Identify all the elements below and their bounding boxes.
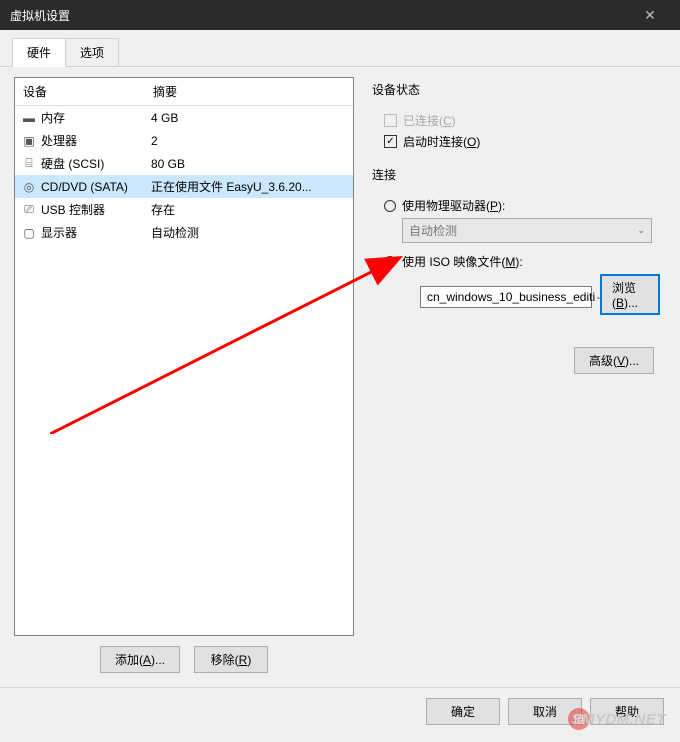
list-item-display[interactable]: ▢ 显示器 自动检测 [15, 221, 353, 244]
device-summary: 4 GB [151, 111, 347, 125]
device-name: 内存 [41, 109, 151, 126]
list-item-cddvd[interactable]: ◎ CD/DVD (SATA) 正在使用文件 EasyU_3.6.20... [15, 175, 353, 198]
advanced-label: 高级(V)... [589, 354, 639, 368]
tab-options[interactable]: 选项 [65, 38, 119, 66]
physical-drive-label: 使用物理驱动器(P): [402, 197, 505, 214]
close-icon[interactable]: ✕ [630, 7, 670, 24]
usb-icon: ⎚ [21, 203, 37, 217]
device-summary: 2 [151, 134, 347, 148]
iso-file-select[interactable]: cn_windows_10_business_editi ⌄ [420, 286, 592, 308]
device-name: CD/DVD (SATA) [41, 180, 151, 194]
device-name: 显示器 [41, 224, 151, 241]
chevron-down-icon: ⌄ [637, 225, 645, 236]
ok-button[interactable]: 确定 [426, 698, 500, 725]
advanced-button[interactable]: 高级(V)... [574, 347, 654, 374]
list-item-processor[interactable]: ▣ 处理器 2 [15, 129, 353, 152]
list-item-harddisk[interactable]: ⌸ 硬盘 (SCSI) 80 GB [15, 152, 353, 175]
memory-icon: ▬ [21, 111, 37, 125]
connection-group: 使用物理驱动器(P): 自动检测 ⌄ 使用 ISO 映像文件(M): cn_wi… [372, 189, 660, 327]
connected-label: 已连接(C) [403, 112, 456, 129]
browse-button[interactable]: 浏览(B)... [600, 274, 660, 315]
watermark-text: SMYDM.NET [572, 711, 667, 728]
iso-input-row: cn_windows_10_business_editi ⌄ 浏览(B)... [402, 274, 660, 315]
browse-label: 浏览(B)... [612, 281, 638, 310]
device-name: USB 控制器 [41, 201, 151, 218]
device-summary: 正在使用文件 EasyU_3.6.20... [151, 178, 347, 195]
disk-icon: ⌸ [21, 157, 37, 171]
list-item-usb[interactable]: ⎚ USB 控制器 存在 [15, 198, 353, 221]
left-column: 设备 摘要 ▬ 内存 4 GB ▣ 处理器 2 ⌸ 硬盘 (SCSI) 80 G… [14, 77, 354, 677]
connect-at-power-label: 启动时连接(O) [403, 133, 480, 150]
content-area: 设备 摘要 ▬ 内存 4 GB ▣ 处理器 2 ⌸ 硬盘 (SCSI) 80 G… [0, 67, 680, 687]
list-item-memory[interactable]: ▬ 内存 4 GB [15, 106, 353, 129]
connect-at-power-row: ✓ 启动时连接(O) [384, 133, 660, 150]
device-name: 处理器 [41, 132, 151, 149]
header-device: 设备 [15, 78, 145, 105]
connect-at-power-checkbox[interactable]: ✓ [384, 135, 397, 148]
device-summary: 自动检测 [151, 224, 347, 241]
device-status-group: 已连接(C) ✓ 启动时连接(O) [372, 104, 660, 166]
window-title: 虚拟机设置 [10, 7, 630, 24]
device-summary: 存在 [151, 201, 347, 218]
physical-drive-row: 使用物理驱动器(P): [384, 197, 660, 214]
cpu-icon: ▣ [21, 134, 37, 148]
add-button[interactable]: 添加(A)... [100, 646, 180, 673]
cd-icon: ◎ [21, 180, 37, 194]
advanced-row: 高级(V)... [372, 347, 660, 374]
connected-checkbox [384, 114, 397, 127]
device-summary: 80 GB [151, 157, 347, 171]
display-icon: ▢ [21, 226, 37, 240]
physical-drive-select: 自动检测 ⌄ [402, 218, 652, 243]
remove-button[interactable]: 移除(R) [194, 646, 268, 673]
iso-file-value: cn_windows_10_business_editi [427, 290, 595, 304]
titlebar: 虚拟机设置 ✕ [0, 0, 680, 30]
tab-hardware[interactable]: 硬件 [12, 38, 66, 67]
iso-label: 使用 ISO 映像文件(M): [402, 253, 523, 270]
iso-radio[interactable] [384, 256, 396, 268]
tab-strip: 硬件 选项 [0, 30, 680, 67]
physical-drive-radio[interactable] [384, 200, 396, 212]
left-buttons: 添加(A)... 移除(R) [14, 636, 354, 677]
remove-label: 移除(R) [211, 653, 252, 667]
device-status-label: 设备状态 [372, 81, 660, 98]
physical-drive-value: 自动检测 [409, 222, 457, 239]
list-header: 设备 摘要 [15, 78, 353, 106]
iso-row: 使用 ISO 映像文件(M): [384, 253, 660, 270]
device-name: 硬盘 (SCSI) [41, 155, 151, 172]
right-column: 设备状态 已连接(C) ✓ 启动时连接(O) 连接 使用物理驱动器(P): 自动… [366, 77, 666, 677]
add-label: 添加(A)... [115, 653, 165, 667]
header-summary: 摘要 [145, 78, 353, 105]
connection-label: 连接 [372, 166, 660, 183]
device-list: 设备 摘要 ▬ 内存 4 GB ▣ 处理器 2 ⌸ 硬盘 (SCSI) 80 G… [14, 77, 354, 636]
connected-row: 已连接(C) [384, 112, 660, 129]
